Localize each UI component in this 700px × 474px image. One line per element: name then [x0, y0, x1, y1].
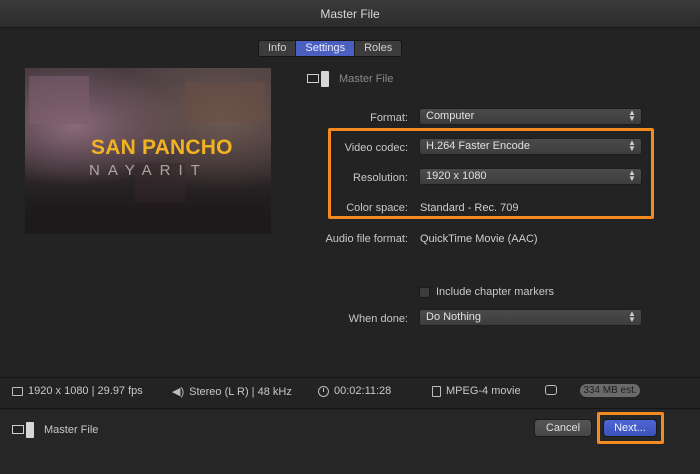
speaker-icon: ◀) [172, 386, 185, 398]
chapter-markers-checkbox[interactable] [419, 286, 430, 298]
window-title: Master File [320, 7, 380, 21]
document-icon [432, 385, 441, 397]
color-space-label: Color space: [346, 202, 408, 214]
preview-background-shape [185, 82, 265, 122]
footer: Master File [0, 410, 700, 474]
audio-format-value: QuickTime Movie (AAC) [420, 233, 538, 245]
footer-destination-name: Master File [44, 424, 99, 436]
duration-summary: 00:02:11:28 [318, 385, 391, 397]
preview-thumbnail: SAN PANCHO NAYARIT [25, 68, 271, 234]
tab-roles[interactable]: Roles [355, 41, 402, 56]
when-done-label: When done: [348, 313, 408, 325]
monitor-tower-icon [12, 422, 36, 438]
file-type-text: MPEG-4 movie [446, 385, 521, 397]
share-dialog: Master File Info Settings Roles SAN PANC… [0, 0, 700, 474]
up-down-chevron-icon: ▲ ▼ [628, 168, 636, 183]
video-summary: 1920 x 1080 | 29.97 fps [12, 385, 143, 397]
video-codec-label: Video codec: [344, 142, 408, 154]
size-estimate-badge: 334 MB est. [580, 384, 640, 397]
format-label: Format: [370, 112, 408, 124]
monitor-tower-icon [307, 71, 331, 87]
resolution-value: 1920 x 1080 [426, 170, 487, 182]
video-codec-popup[interactable]: H.264 Faster Encode ▲ ▼ [419, 138, 642, 155]
resolution-label: Resolution: [352, 172, 408, 184]
preview-background-shape [29, 76, 89, 124]
chapter-markers-row: Include chapter markers [419, 286, 554, 298]
speech-bubble-icon[interactable] [545, 385, 557, 395]
tab-bar: Info Settings Roles [258, 40, 403, 57]
video-summary-text: 1920 x 1080 | 29.97 fps [28, 385, 143, 397]
video-codec-value: H.264 Faster Encode [426, 140, 530, 152]
up-down-chevron-icon: ▲ ▼ [628, 138, 636, 153]
when-done-popup[interactable]: Do Nothing ▲ ▼ [419, 309, 642, 326]
duration-text: 00:02:11:28 [334, 385, 392, 397]
destination-name: Master File [339, 73, 394, 85]
preview-shade [25, 174, 271, 234]
chapter-markers-label: Include chapter markers [436, 286, 554, 298]
footer-divider [0, 408, 700, 409]
audio-summary-text: Stereo (L R) | 48 kHz [189, 385, 292, 398]
up-down-chevron-icon: ▲ ▼ [628, 108, 636, 123]
tab-settings[interactable]: Settings [296, 41, 356, 56]
cancel-button[interactable]: Cancel [534, 419, 592, 437]
destination-header: Master File [307, 71, 393, 87]
title-bar: Master File [0, 0, 700, 28]
clock-icon [318, 385, 329, 397]
format-popup[interactable]: Computer ▲ ▼ [419, 108, 642, 125]
footer-destination: Master File [12, 422, 98, 438]
audio-format-label: Audio file format: [325, 233, 408, 245]
preview-subtitle-text: NAYARIT [89, 162, 208, 179]
tab-info[interactable]: Info [259, 41, 297, 56]
format-value: Computer [426, 110, 475, 122]
color-space-value: Standard - Rec. 709 [420, 202, 519, 214]
preview-title-text: SAN PANCHO [91, 136, 233, 159]
file-type-summary: MPEG-4 movie [432, 385, 521, 397]
audio-summary: ◀) Stereo (L R) | 48 kHz [172, 385, 292, 399]
resolution-popup[interactable]: 1920 x 1080 ▲ ▼ [419, 168, 642, 185]
next-button[interactable]: Next... [603, 419, 657, 437]
frame-icon [12, 386, 23, 396]
compatibility-summary[interactable] [545, 385, 557, 395]
when-done-value: Do Nothing [426, 311, 482, 323]
up-down-chevron-icon: ▲ ▼ [628, 309, 636, 324]
